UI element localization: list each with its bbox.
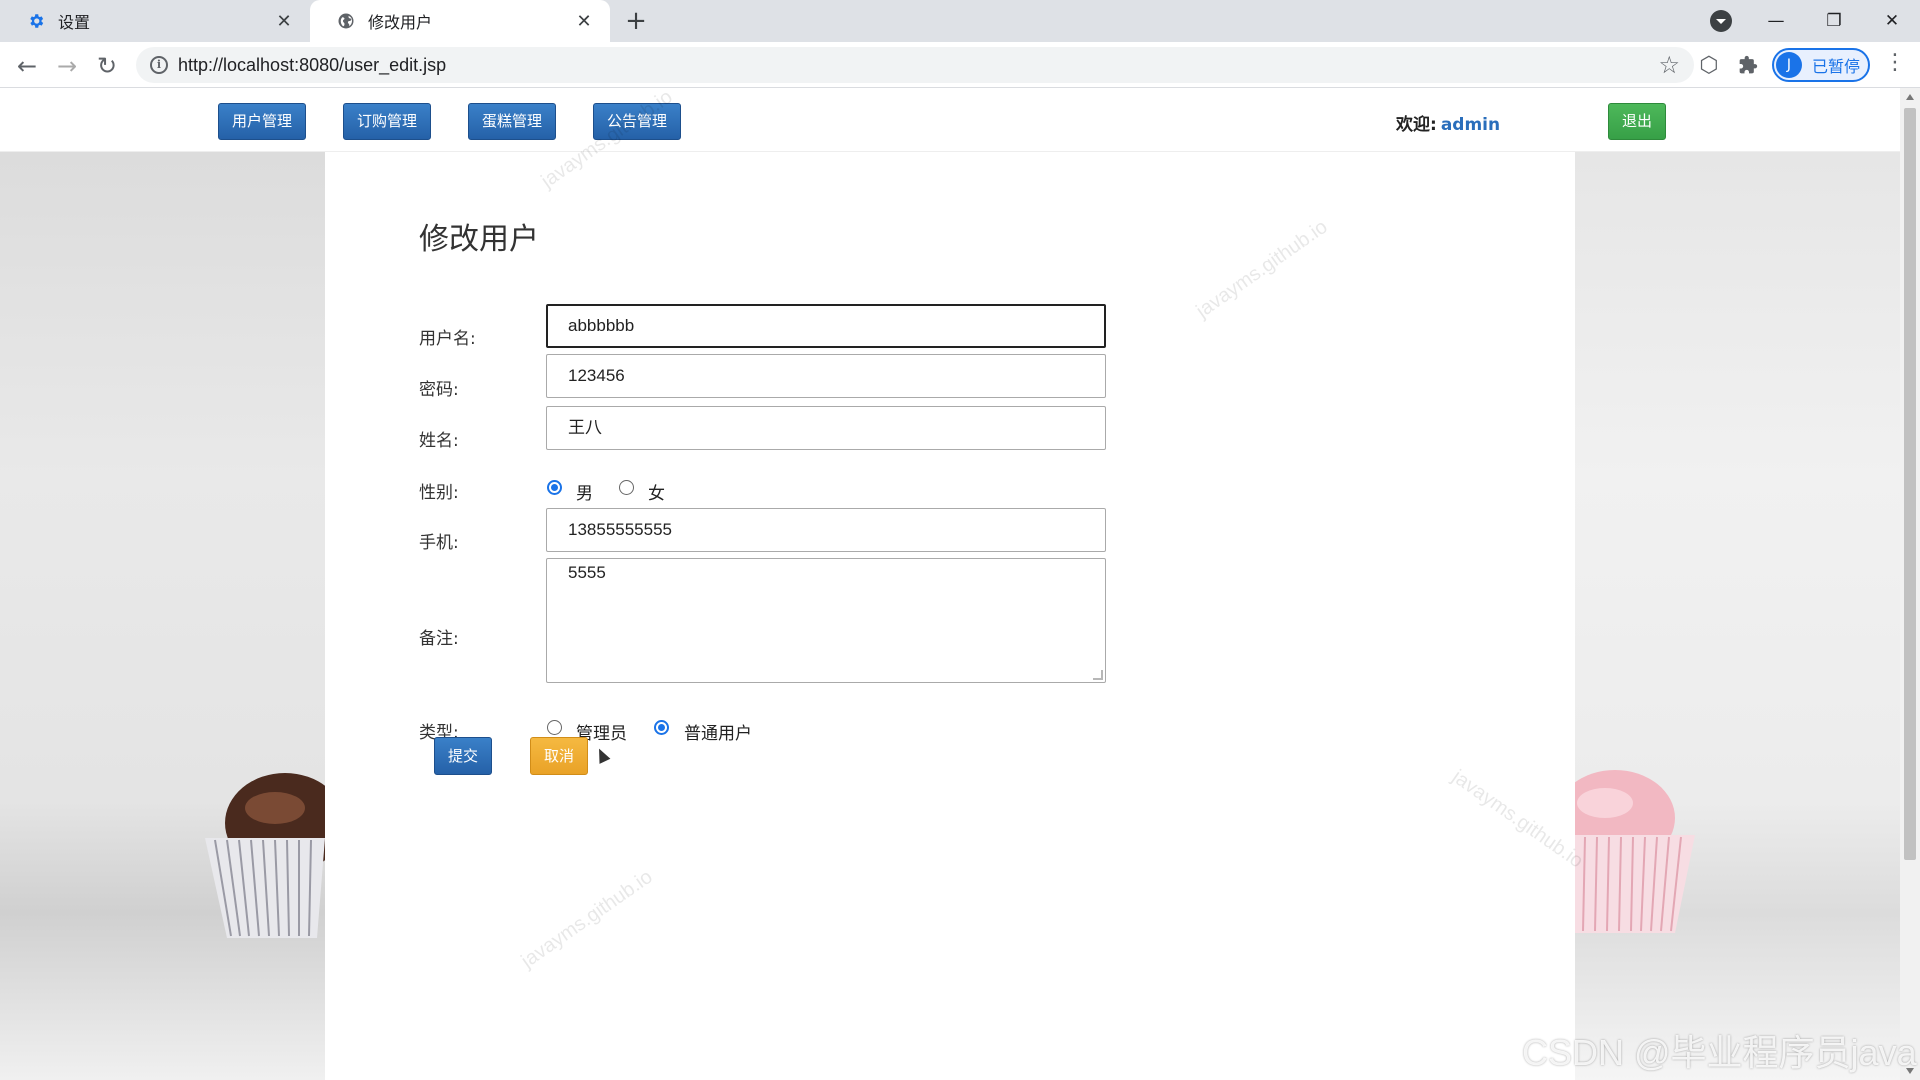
resize-handle-icon[interactable] [1093, 670, 1103, 680]
welcome-label: 欢迎: [1396, 115, 1437, 135]
more-menu-icon[interactable]: ⋮ [1884, 50, 1906, 80]
chocolate-cupcake-image [205, 773, 325, 938]
remark-textarea[interactable]: 5555 [546, 558, 1106, 683]
browser-tab-bar: 设置 ✕ 修改用户 ✕ + — ❐ ✕ [0, 0, 1920, 42]
gender-female-label: 女 [648, 484, 665, 504]
type-normal-user-radio[interactable] [654, 720, 669, 735]
username-field[interactable]: abbbbbb [546, 304, 1106, 348]
nav-order-management[interactable]: 订购管理 [343, 103, 431, 140]
scrollbar-thumb[interactable] [1904, 108, 1916, 860]
info-icon[interactable]: i [150, 56, 168, 74]
password-label: 密码: [419, 380, 459, 400]
page-scrollbar[interactable] [1900, 88, 1920, 1080]
url-text: http://localhost:8080/user_edit.jsp [178, 55, 447, 75]
phone-field[interactable]: 13855555555 [546, 508, 1106, 552]
tab-search-icon[interactable] [1710, 10, 1732, 32]
reload-icon[interactable]: ↻ [91, 50, 123, 82]
name-field[interactable]: 王八 [546, 406, 1106, 450]
profile-status: 已暂停 [1812, 57, 1861, 76]
type-admin-radio[interactable] [547, 720, 562, 735]
tab-title: 设置 [58, 13, 91, 32]
tab-settings[interactable]: 设置 ✕ [0, 0, 310, 42]
new-tab-button[interactable]: + [622, 8, 650, 36]
phone-label: 手机: [419, 533, 459, 553]
tab-title: 修改用户 [368, 13, 433, 32]
gear-icon [26, 11, 46, 31]
star-icon[interactable]: ☆ [1658, 51, 1680, 79]
forward-arrow-icon[interactable]: → [51, 50, 83, 82]
remark-label: 备注: [419, 629, 459, 649]
nav-user-management[interactable]: 用户管理 [218, 103, 306, 140]
address-bar[interactable]: i http://localhost:8080/user_edit.jsp ☆ [136, 47, 1694, 83]
gender-label: 性别: [419, 483, 459, 503]
close-icon[interactable]: ✕ [572, 9, 596, 33]
top-navigation: 用户管理 订购管理 蛋糕管理 公告管理 欢迎: admin 退出 [0, 88, 1900, 152]
browser-toolbar: ← → ↻ i http://localhost:8080/user_edit.… [0, 42, 1920, 88]
close-window-icon[interactable]: ✕ [1872, 6, 1912, 36]
profile-chip[interactable]: J 已暂停 [1772, 48, 1870, 82]
username-label: 用户名: [419, 329, 476, 349]
password-field[interactable]: 123456 [546, 354, 1106, 398]
csdn-watermark: CSDN @毕业程序员java [1522, 1032, 1917, 1073]
minimize-icon[interactable]: — [1756, 6, 1796, 36]
welcome-text: 欢迎: admin [1396, 110, 1500, 135]
remark-text: 5555 [568, 563, 606, 582]
submit-button[interactable]: 提交 [434, 737, 492, 775]
edit-user-panel: 修改用户 用户名: abbbbbb 密码: 123456 姓名: 王八 性别: … [325, 152, 1575, 1080]
close-icon[interactable]: ✕ [272, 9, 296, 33]
gender-male-radio[interactable] [547, 480, 562, 495]
type-normal-user-label: 普通用户 [684, 724, 752, 744]
tab-edit-user[interactable]: 修改用户 ✕ [310, 0, 610, 42]
cancel-button[interactable]: 取消 [530, 737, 588, 775]
gender-female-radio[interactable] [619, 480, 634, 495]
logout-button[interactable]: 退出 [1608, 103, 1666, 140]
back-arrow-icon[interactable]: ← [11, 50, 43, 82]
globe-icon [336, 11, 356, 31]
puzzle-icon[interactable] [1733, 50, 1763, 80]
gender-male-label: 男 [576, 484, 593, 504]
pink-cupcake-image [1575, 770, 1695, 933]
extension-shield-icon[interactable]: ⬡ [1694, 50, 1724, 80]
avatar: J [1776, 52, 1802, 78]
restore-icon[interactable]: ❐ [1814, 6, 1854, 36]
scroll-up-icon[interactable] [1906, 94, 1914, 100]
page-title: 修改用户 [419, 222, 539, 257]
page-viewport: 用户管理 订购管理 蛋糕管理 公告管理 欢迎: admin 退出 修改用户 用户名… [0, 88, 1900, 1080]
current-username: admin [1440, 115, 1501, 135]
nav-cake-management[interactable]: 蛋糕管理 [468, 103, 556, 140]
name-label: 姓名: [419, 431, 459, 451]
